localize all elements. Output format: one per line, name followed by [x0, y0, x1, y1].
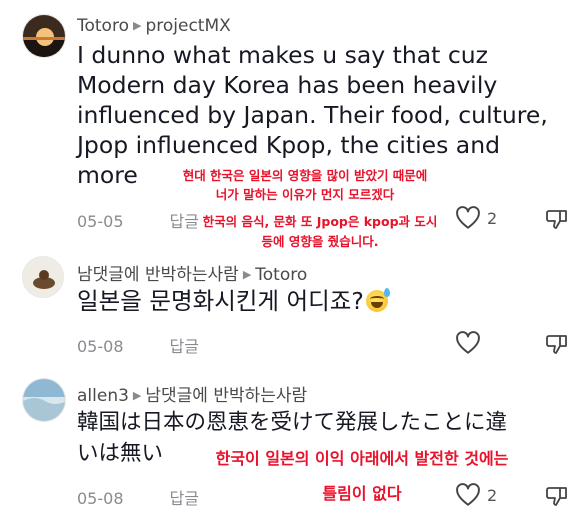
- comment-header: 남댓글에 반박하는사람 ▶ Totoro: [77, 260, 307, 285]
- reply-button[interactable]: 답글: [170, 337, 199, 356]
- comment-date: 05-08: [77, 489, 124, 508]
- reply-arrow-icon: ▶: [132, 19, 142, 32]
- comment-meta: 05-08 답글: [77, 333, 199, 357]
- reply-arrow-icon: ▶: [242, 268, 252, 281]
- username[interactable]: 남댓글에 반박하는사람: [77, 265, 239, 285]
- like-count: 2: [487, 208, 498, 228]
- thumbs-down-icon: [546, 487, 567, 506]
- translation-annotation: 현대 한국은 일본의 영향을 많이 받았기 때문에 너가 말하는 이유가 먼지 …: [182, 168, 428, 202]
- reply-to-username[interactable]: Totoro: [255, 265, 307, 285]
- thumbs-down-icon: [546, 335, 567, 354]
- dislike-button[interactable]: [545, 207, 569, 235]
- avatar[interactable]: [22, 378, 66, 422]
- reply-to-username[interactable]: 남댓글에 반박하는사람: [145, 386, 307, 406]
- username[interactable]: allen3: [77, 386, 129, 406]
- like-button[interactable]: [455, 331, 481, 355]
- username[interactable]: Totoro: [77, 16, 129, 36]
- comment-header: allen3 ▶ 남댓글에 반박하는사람: [77, 381, 307, 406]
- translation-annotation: 한국의 음식, 문화 또 Jpop은 kpop과 도시 등에 영향을 줬습니다.: [202, 214, 438, 249]
- comment-header: Totoro ▶ projectMX: [77, 16, 231, 36]
- comment-meta: 05-08 답글: [77, 485, 199, 509]
- like-button[interactable]: 2: [455, 206, 497, 230]
- reply-arrow-icon: ▶: [132, 389, 142, 402]
- dislike-button[interactable]: [545, 484, 569, 512]
- dislike-button[interactable]: [545, 332, 569, 360]
- heart-icon: [456, 331, 480, 354]
- avatar[interactable]: [22, 256, 64, 298]
- reply-to-username[interactable]: projectMX: [145, 16, 230, 36]
- avatar[interactable]: [22, 14, 66, 58]
- translation-annotation: 한국이 일본의 이익 아래에서 발전한 것에는 틀림이 없다: [215, 449, 509, 503]
- comment-date: 05-08: [77, 337, 124, 356]
- comment-meta: 05-05 답글: [77, 208, 199, 232]
- thumbs-down-icon: [546, 210, 567, 229]
- comment-text: 일본을 문명화시킨게 어디죠?: [77, 286, 567, 316]
- sweat-smile-emoji: [365, 288, 390, 312]
- comment-date: 05-05: [77, 212, 124, 231]
- heart-icon: [456, 206, 480, 229]
